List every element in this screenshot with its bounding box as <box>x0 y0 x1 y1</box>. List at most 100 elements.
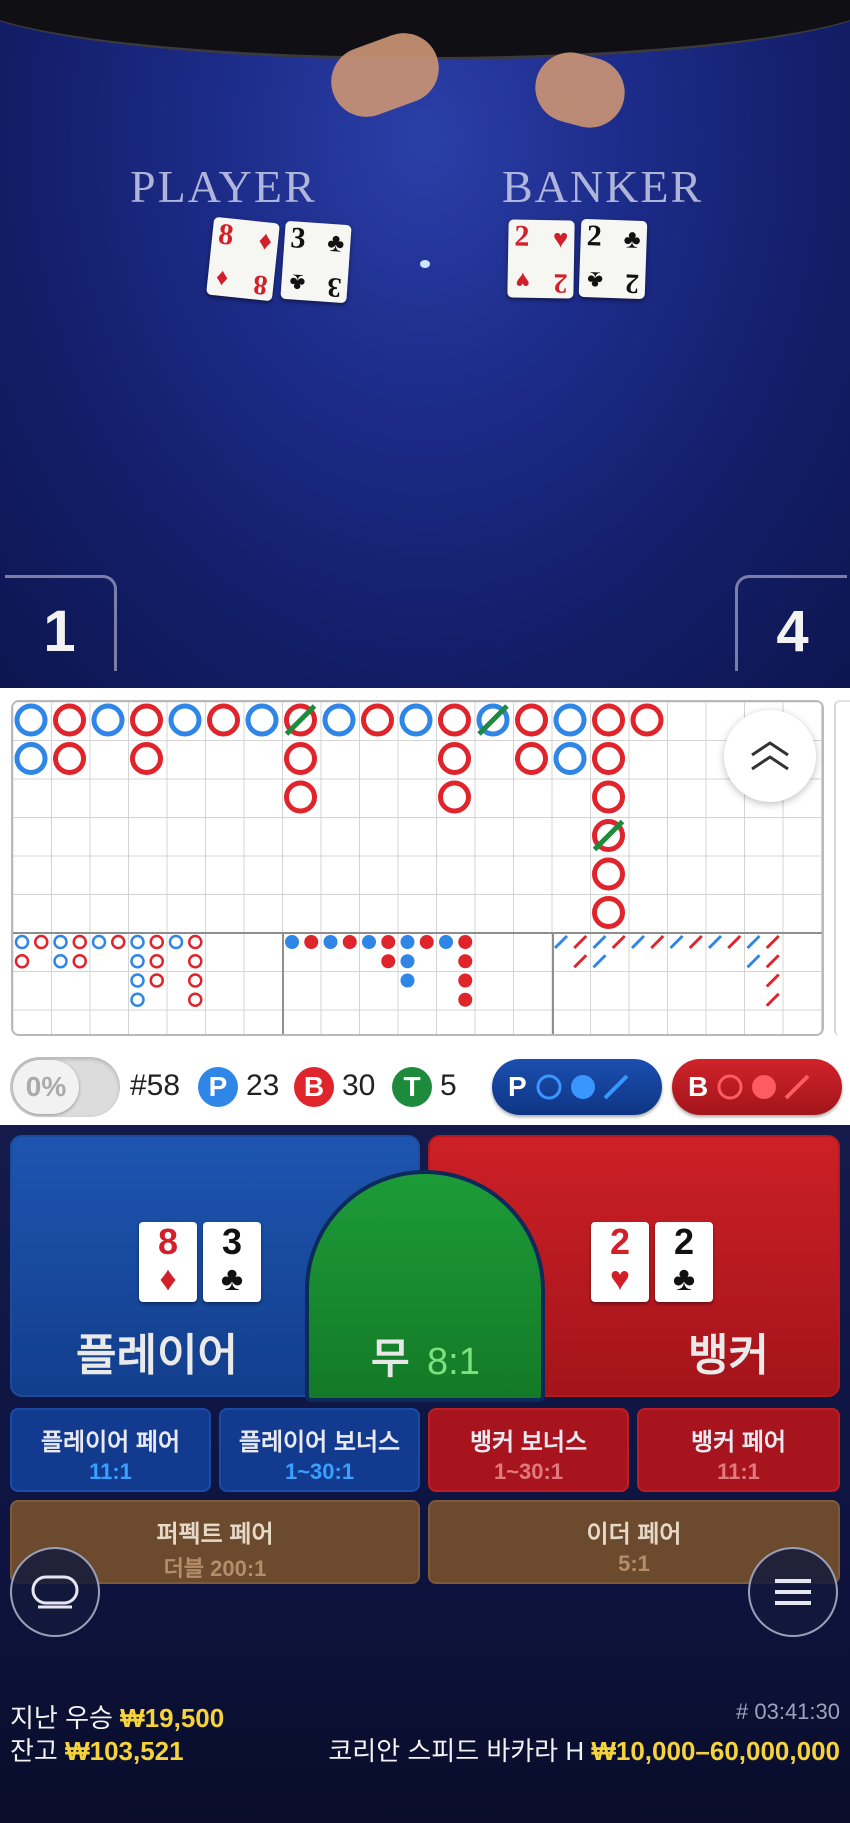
table-info[interactable]: 코리안 스피드 바카라 H ₩10,000–60,000,000 <box>328 1731 840 1768</box>
percent-toggle[interactable]: 0% <box>10 1057 120 1117</box>
balance-label: 잔고 <box>10 1736 58 1766</box>
betting-area: 8 ♦ 3 ♣ 플레이어 2 ♥ 2 ♣ 뱅커 무 8:1 플레이어 페어 11:1 플… <box>0 1125 850 1823</box>
big-road-player <box>14 742 48 775</box>
player-pair-bet[interactable]: 플레이어 페어 11:1 <box>10 1408 211 1492</box>
banker-zone-label: BANKER <box>502 161 704 212</box>
big-road-player <box>245 703 279 737</box>
expand-roadmap-button[interactable] <box>724 710 816 802</box>
player-stat-badge: P <box>198 1067 238 1107</box>
player-pair-odds: 11:1 <box>89 1459 132 1484</box>
big-road-player <box>399 703 433 737</box>
big-eye-road-mark <box>53 934 68 950</box>
big-eye-road-mark <box>149 954 164 969</box>
big-eye-road-mark <box>53 954 68 969</box>
banker-bonus-odds: 1~30:1 <box>493 1459 564 1484</box>
big-road-player <box>91 703 125 737</box>
banker-prediction-icons <box>717 1074 810 1100</box>
big-road-banker <box>361 703 394 737</box>
big-road-banker <box>515 742 548 775</box>
small-road-mark <box>381 954 396 969</box>
bet-limits: ₩10,000–60,000,000 <box>591 1736 840 1766</box>
banker-card-2: 2 ♣ <box>655 1222 713 1302</box>
predict-banker-button[interactable]: B <box>672 1059 842 1115</box>
scoreboard[interactable] <box>11 700 824 1036</box>
banker-stat-badge: B <box>294 1067 334 1107</box>
cockroach-road-mark <box>765 973 780 988</box>
banker-bonus-bet[interactable]: 뱅커 보너스 1~30:1 <box>428 1408 629 1492</box>
small-road-mark <box>400 935 415 949</box>
cockroach-road-mark <box>573 954 588 969</box>
big-eye-road-mark <box>188 992 203 1007</box>
big-eye-road-mark <box>72 934 87 950</box>
small-road-mark <box>381 935 396 949</box>
tie-bet-label: 무 <box>371 1335 410 1382</box>
tie-stat-badge: T <box>392 1067 432 1107</box>
player-score-display: 1 <box>5 575 117 671</box>
big-eye-road-mark <box>188 934 203 950</box>
big-eye-road-mark <box>130 973 145 988</box>
big-road-banker <box>130 703 163 737</box>
big-eye-road-mark <box>130 992 145 1007</box>
big-eye-road-mark <box>130 954 145 969</box>
last-win-label: 지난 우승 <box>10 1703 113 1733</box>
table-card-player-2: 3 ♣ 3 ♣ <box>280 220 352 304</box>
predict-player-button[interactable]: P <box>492 1059 662 1115</box>
big-eye-road-mark <box>72 954 87 969</box>
predict-banker-label: B <box>688 1071 709 1102</box>
big-road-banker <box>284 742 317 775</box>
banker-pair-odds: 11:1 <box>717 1459 760 1484</box>
small-road-mark <box>458 954 473 969</box>
big-eye-road-mark <box>188 954 203 969</box>
big-eye-road-mark <box>14 934 30 950</box>
table-card-banker-1: 2 ♥ 2 ♥ <box>507 219 575 299</box>
big-eye-road-mark <box>34 934 49 950</box>
chat-bubble-icon <box>31 1575 79 1609</box>
tie-bet-odds: 8:1 <box>427 1341 480 1383</box>
small-road-mark <box>362 935 376 949</box>
baccarat-screen: PLAYER BANKER 8 ♦ 8 ♦ 3 ♣ 3 ♣ 2 ♥ 2 ♥ 2 ♣ 2 ♣ 1 … <box>0 0 850 1823</box>
last-win-row: 지난 우승 ₩19,500 <box>10 1698 224 1735</box>
small-road-mark <box>323 935 338 949</box>
cockroach-road-mark <box>592 954 607 969</box>
small-road-mark <box>439 935 453 949</box>
menu-button[interactable] <box>748 1547 838 1637</box>
table-card-player-1: 8 ♦ 8 ♦ <box>206 216 280 302</box>
big-road-banker <box>438 703 471 737</box>
big-road-player <box>553 703 587 737</box>
small-road-mark <box>400 973 415 988</box>
player-card-2: 3 ♣ <box>203 1222 261 1302</box>
big-road-banker <box>592 780 625 814</box>
shoe-number: #58 <box>130 1069 181 1102</box>
chat-button[interactable] <box>10 1547 100 1637</box>
tie-count: 5 <box>440 1069 457 1102</box>
big-road-banker <box>438 780 471 814</box>
cockroach-road-mark <box>707 934 723 950</box>
player-bet-label: 플레이어 <box>76 1331 238 1380</box>
small-road-mark <box>304 935 319 949</box>
big-road-banker <box>207 703 240 737</box>
banker-card-1: 2 ♥ <box>591 1222 649 1302</box>
balance-row: 잔고 ₩103,521 <box>10 1731 184 1768</box>
balance-value: ₩103,521 <box>65 1736 184 1766</box>
player-bonus-bet[interactable]: 플레이어 보너스 1~30:1 <box>219 1408 420 1492</box>
cockroach-road-mark <box>746 934 761 950</box>
big-road-banker <box>592 742 625 775</box>
next-table-peek[interactable] <box>834 700 850 1036</box>
cockroach-road-mark <box>611 934 626 950</box>
cockroach-road-mark <box>650 934 665 950</box>
small-road-mark <box>400 954 415 969</box>
small-road-mark <box>458 992 473 1007</box>
player-zone-label: PLAYER <box>130 161 317 212</box>
banker-pair-bet[interactable]: 뱅커 페어 11:1 <box>637 1408 840 1492</box>
last-win-value: ₩19,500 <box>120 1703 225 1733</box>
hamburger-menu-icon <box>775 1579 811 1605</box>
stats-bar: 0% #58 P 23 B 30 T 5 P B <box>0 1055 850 1125</box>
big-eye-road-mark <box>14 954 30 969</box>
perfect-pair-label: 퍼펙트 페어 <box>156 1521 274 1548</box>
tie-bet-spot[interactable]: 무 8:1 <box>305 1170 545 1402</box>
cockroach-road-mark <box>669 934 684 950</box>
big-eye-road-mark <box>130 934 145 950</box>
player-card-1: 8 ♦ <box>139 1222 197 1302</box>
big-road-banker <box>284 780 317 814</box>
big-road-banker <box>630 703 664 737</box>
